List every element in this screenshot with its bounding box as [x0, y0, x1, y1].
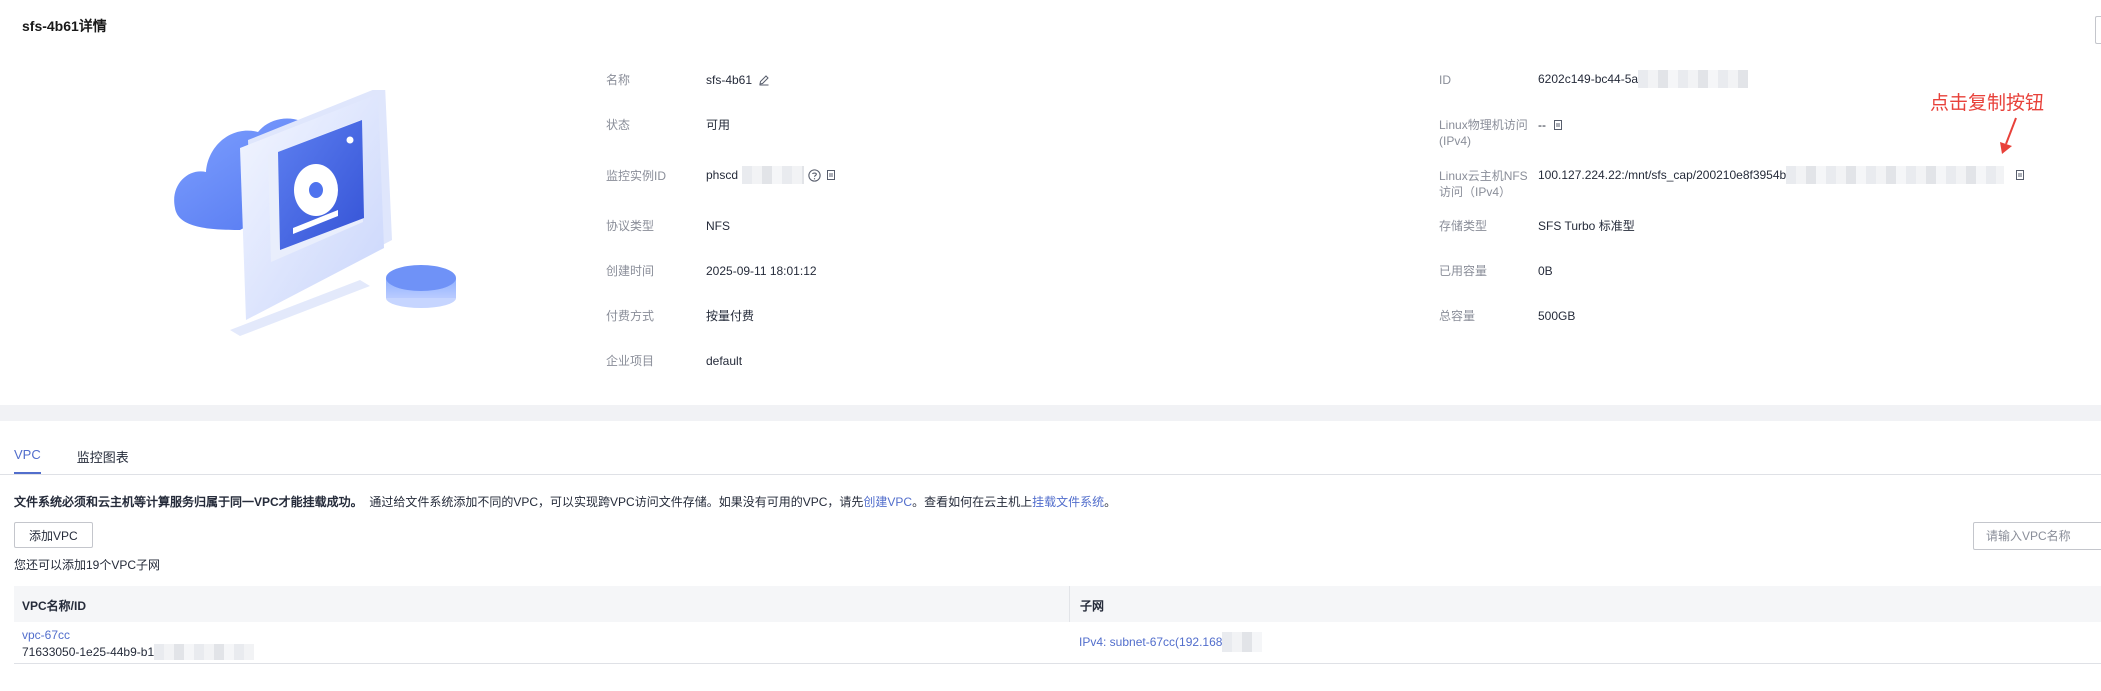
tab-bar: VPC 监控图表: [14, 447, 129, 474]
name-label: 名称: [606, 73, 631, 87]
total-capacity-value: 500GB: [1538, 309, 1576, 323]
used-capacity-value: 0B: [1538, 264, 1553, 278]
tab-monitor-chart[interactable]: 监控图表: [77, 447, 129, 474]
file-system-illustration-icon: [174, 90, 456, 336]
masked-text: [1638, 70, 1749, 88]
masked-text: [1786, 166, 2005, 184]
table-header: VPC名称/ID 子网: [14, 586, 2101, 622]
masked-text: [742, 166, 805, 184]
add-vpc-button[interactable]: 添加VPC: [14, 522, 93, 548]
protocol-value: NFS: [706, 219, 730, 233]
tab-vpc[interactable]: VPC: [14, 447, 41, 474]
masked-text: [154, 644, 255, 660]
page-title: sfs-4b61详情: [22, 18, 107, 34]
section-separator: [0, 405, 2101, 421]
id-value: 6202c149-bc44-5a: [1538, 70, 1749, 88]
column-divider: [1069, 586, 1070, 622]
status-label: 状态: [606, 118, 631, 132]
linux-nfs-access-value: 100.127.224.22:/mnt/sfs_cap/200210e8f395…: [1538, 166, 2026, 184]
storage-type-label: 存储类型: [1439, 219, 1488, 233]
copy-icon[interactable]: [1552, 119, 1564, 131]
protocol-label: 协议类型: [606, 219, 655, 233]
enterprise-project-value: default: [706, 354, 743, 368]
edit-icon[interactable]: [758, 74, 770, 86]
used-capacity-label: 已用容量: [1439, 264, 1488, 278]
mount-file-system-link[interactable]: 挂载文件系统: [1032, 495, 1104, 509]
vpc-remaining-hint: 您还可以添加19个VPC子网: [14, 558, 161, 572]
copy-icon[interactable]: [2014, 169, 2026, 181]
total-capacity-label: 总容量: [1439, 309, 1476, 323]
top-right-button-edge[interactable]: [2095, 16, 2101, 44]
copy-icon[interactable]: [825, 169, 837, 181]
created-time-label: 创建时间: [606, 264, 655, 278]
table-row: vpc-67cc 71633050-1e25-44b9-b1 IPv4: sub…: [14, 622, 2101, 664]
tab-divider: [0, 474, 2101, 475]
monitor-id-label: 监控实例ID: [606, 169, 667, 183]
copy-button-annotation: 点击复制按钮: [1930, 92, 2045, 114]
status-value: 可用: [706, 118, 731, 132]
linux-physical-access-value: --: [1538, 117, 1564, 133]
vpc-search-input[interactable]: [1973, 522, 2101, 550]
vpc-name-link[interactable]: vpc-67cc: [22, 628, 70, 642]
linux-nfs-access-label: Linux云主机NFS访问（IPv4）: [1439, 169, 1528, 199]
linux-physical-access-label: Linux物理机访问(IPv4): [1439, 118, 1528, 148]
billing-label: 付费方式: [606, 309, 655, 323]
column-header-subnet: 子网: [1080, 599, 1105, 613]
enterprise-project-label: 企业项目: [606, 354, 655, 368]
subnet-link[interactable]: IPv4: subnet-67cc(192.168: [1079, 635, 1222, 649]
annotation-arrow-icon: [2000, 117, 2017, 154]
name-value: sfs-4b61: [706, 72, 770, 88]
column-header-vpc: VPC名称/ID: [22, 599, 87, 613]
subnet-cell: IPv4: subnet-67cc(192.168: [1079, 632, 1263, 652]
monitor-id-value: phscd: [706, 166, 837, 184]
billing-value: 按量付费: [706, 309, 755, 323]
vpc-id-text: 71633050-1e25-44b9-b1: [22, 644, 255, 660]
masked-text: [1222, 632, 1263, 652]
help-icon[interactable]: [808, 168, 821, 182]
vpc-notice: 文件系统必须和云主机等计算服务归属于同一VPC才能挂载成功。 通过给文件系统添加…: [14, 495, 1117, 509]
create-vpc-link[interactable]: 创建VPC: [863, 495, 912, 509]
storage-type-value: SFS Turbo 标准型: [1538, 219, 1635, 233]
created-time-value: 2025-09-11 18:01:12: [706, 264, 817, 278]
id-label: ID: [1439, 73, 1451, 87]
